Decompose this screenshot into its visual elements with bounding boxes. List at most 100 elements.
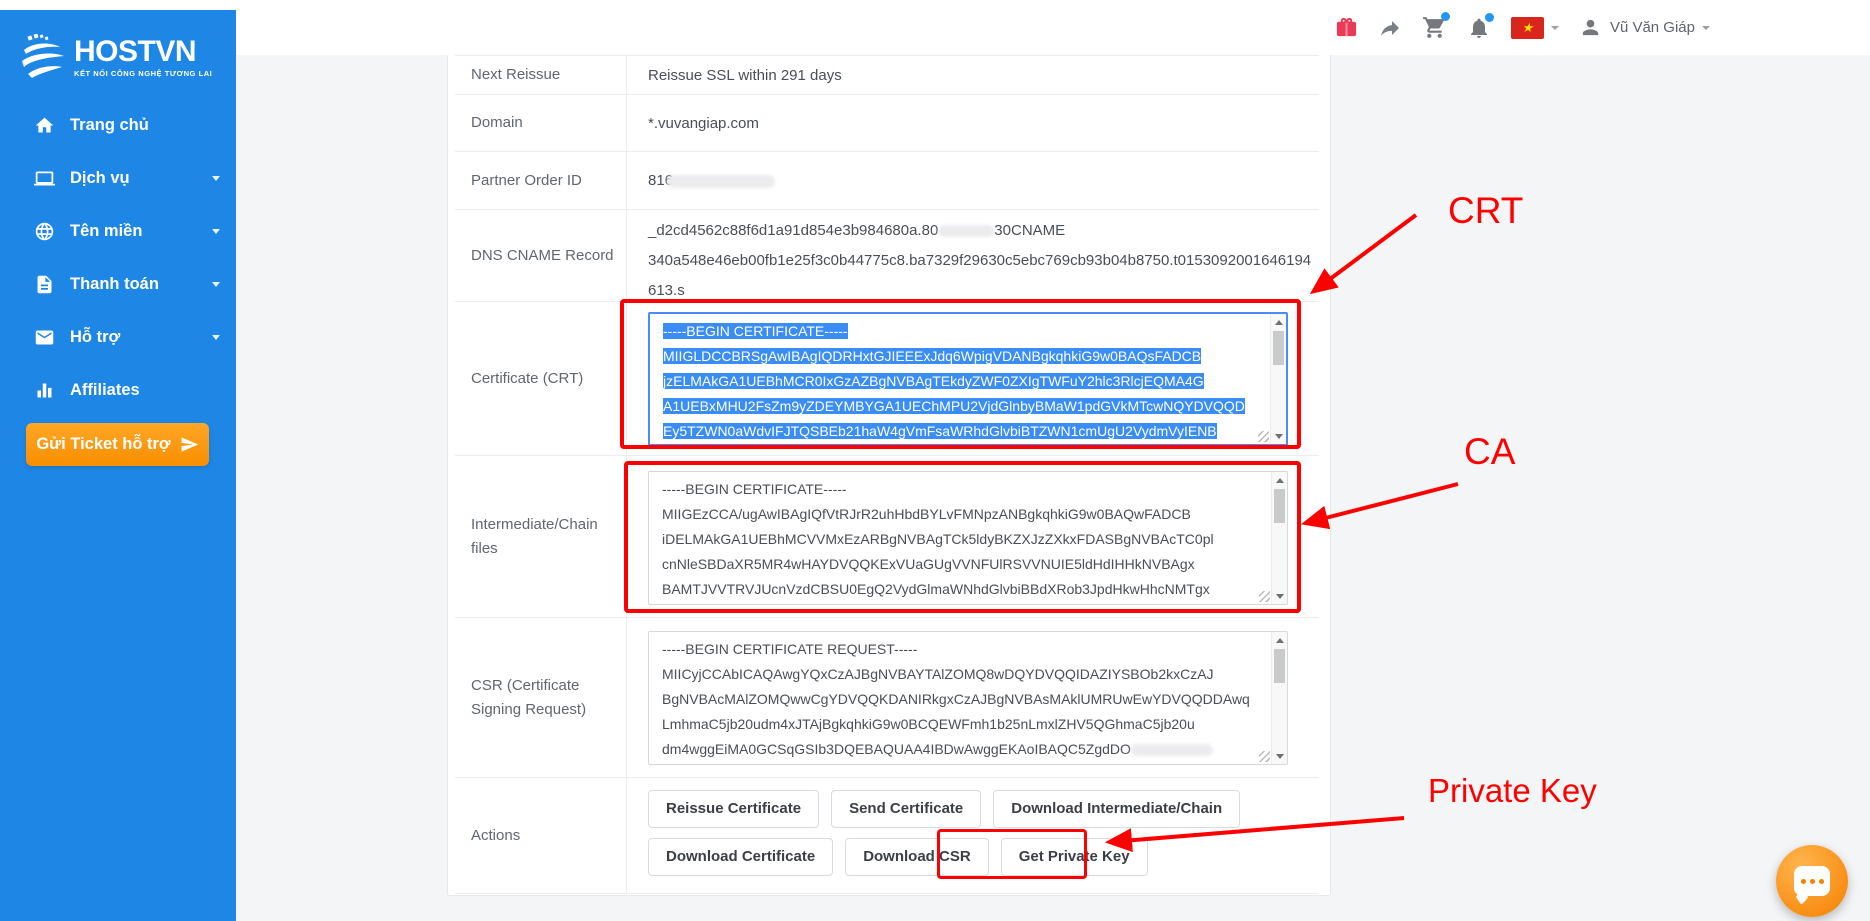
- redacted-value: [938, 225, 994, 237]
- reissue-certificate-button[interactable]: Reissue Certificate: [648, 790, 819, 828]
- language-selector[interactable]: [1511, 17, 1559, 39]
- home-icon: [34, 115, 55, 136]
- sidebar-item-ho-tro[interactable]: Hỗ trợ: [0, 317, 236, 357]
- table-row-dns-cname: DNS CNAME Record _d2cd4562c88f6d1a91d854…: [455, 210, 1319, 302]
- row-value: Reissue Certificate Send Certificate Dow…: [627, 778, 1319, 893]
- dns-cname-line2: 340a548e46eb00fb1e25f3c0b44775c8.ba7329f…: [648, 246, 1319, 306]
- chevron-down-icon: [212, 335, 220, 340]
- sidebar-item-thanh-toan[interactable]: Thanh toán: [0, 264, 236, 304]
- logo-title: HOSTVN: [74, 37, 212, 67]
- affiliates-chart-icon: [34, 380, 55, 401]
- row-value: -----BEGIN CERTIFICATE----- MIIGLDCCBRSg…: [627, 302, 1319, 455]
- download-csr-button[interactable]: Download CSR: [845, 838, 989, 876]
- intermediate-line: cnNleSBDaXR5MR4wHAYDVQQKExVUaGUgVVNFUlRS…: [662, 552, 1261, 577]
- services-icon: [34, 168, 55, 189]
- row-label: Domain: [455, 95, 627, 151]
- certificate-line: A1UEBxMHU2FsZm9yZDEYMBYGA1UEChMPU2VjdGln…: [663, 398, 1245, 414]
- notifications-badge: [1485, 13, 1494, 22]
- row-value: Reissue SSL within 291 days: [627, 56, 1319, 94]
- textarea-scrollbar[interactable]: [1271, 472, 1287, 604]
- chevron-down-icon: [212, 176, 220, 181]
- table-row-csr: CSR (Certificate Signing Request) -----B…: [455, 618, 1319, 778]
- paper-plane-icon: [180, 435, 199, 454]
- billing-icon: [34, 274, 55, 295]
- csr-line: dVYkNiVkURAKcRJ25SkJtLHJVeoBoCUaoBsvLU27…: [662, 762, 1261, 765]
- sidebar-item-ten-mien[interactable]: Tên miền: [0, 211, 236, 251]
- csr-line: BgNVBAcMAlZOMQwwCgYDVQQKDANIRkgxCzAJBgNV…: [662, 687, 1261, 712]
- textarea-scrollbar[interactable]: [1271, 632, 1287, 764]
- dns-cname-line1: _d2cd4562c88f6d1a91d854e3b984680a.8030CN…: [648, 216, 1319, 246]
- row-label: CSR (Certificate Signing Request): [455, 618, 627, 777]
- ssl-detail-table: Next Reissue Reissue SSL within 291 days…: [455, 55, 1319, 894]
- hostvn-logo[interactable]: HOSTVN KẾT NỐI CÔNG NGHỆ TƯƠNG LAI: [20, 28, 220, 86]
- chat-bubble-icon: [1794, 866, 1830, 896]
- csr-line: LmhmaC5jb20udm4xJTAjBgkqhkiG9w0BCQEWFmh1…: [662, 712, 1261, 737]
- row-label: Next Reissue: [455, 56, 627, 94]
- cart-button[interactable]: [1422, 15, 1447, 40]
- row-label: Certificate (CRT): [455, 302, 627, 455]
- sidebar-item-label: Affiliates: [70, 381, 140, 400]
- row-value: -----BEGIN CERTIFICATE REQUEST----- MIIC…: [627, 618, 1319, 777]
- intermediate-line: MTAxMDAwMDAwMFoXDTMwMTIzMTIzNTk1OVowgYgx…: [662, 602, 1261, 605]
- intermediate-chain-textarea[interactable]: -----BEGIN CERTIFICATE----- MIIGEzCCA/ug…: [648, 471, 1288, 605]
- intermediate-line: -----BEGIN CERTIFICATE-----: [662, 477, 1261, 502]
- row-label: Partner Order ID: [455, 152, 627, 209]
- share-button[interactable]: [1378, 16, 1402, 40]
- sidebar: HOSTVN KẾT NỐI CÔNG NGHỆ TƯƠNG LAI Trang…: [0, 10, 236, 921]
- textarea-scrollbar[interactable]: [1270, 314, 1286, 444]
- row-label: DNS CNAME Record: [455, 210, 627, 301]
- intermediate-line: BAMTJVVTRVJUcnVzdCBSU0EgQ2VydGlmaWNhdGlv…: [662, 577, 1261, 602]
- table-row-certificate: Certificate (CRT) -----BEGIN CERTIFICATE…: [455, 302, 1319, 456]
- support-mail-icon: [34, 327, 55, 348]
- download-intermediate-chain-button[interactable]: Download Intermediate/Chain: [993, 790, 1240, 828]
- csr-line: MIICyjCCAbICAQAwgYQxCzAJBgNVBAYTAlZOMQ8w…: [662, 662, 1261, 687]
- resize-grip[interactable]: [1258, 431, 1269, 442]
- resize-grip[interactable]: [1259, 591, 1270, 602]
- send-ticket-label: Gửi Ticket hỗ trợ: [36, 435, 170, 454]
- user-name: Vũ Văn Giáp: [1610, 19, 1695, 36]
- row-label: Actions: [455, 778, 627, 893]
- top-header: Vũ Văn Giáp: [236, 0, 1870, 55]
- hostvn-logo-icon: [20, 34, 66, 80]
- user-menu[interactable]: Vũ Văn Giáp: [1579, 16, 1710, 39]
- resize-grip[interactable]: [1259, 751, 1270, 762]
- row-value: -----BEGIN CERTIFICATE----- MIIGEzCCA/ug…: [627, 456, 1319, 617]
- certificate-line: Ey5TZWN0aWdvIFJTQSBEb21haW4gVmFsaWRhdGlv…: [663, 423, 1217, 439]
- table-row-intermediate: Intermediate/Chain files -----BEGIN CERT…: [455, 456, 1319, 618]
- gift-button[interactable]: [1335, 16, 1358, 39]
- sidebar-item-label: Hỗ trợ: [70, 328, 120, 347]
- sidebar-item-affiliates[interactable]: Affiliates: [0, 370, 236, 410]
- certificate-line: MIIGLDCCBRSgAwIBAgIQDRHxtGJIEEExJdq6Wpig…: [663, 348, 1201, 364]
- row-label: Intermediate/Chain files: [455, 456, 627, 617]
- cart-badge: [1441, 12, 1450, 21]
- domain-globe-icon: [34, 221, 55, 242]
- sidebar-nav: Trang chủ Dịch vụ Tên miền Thanh toán Hỗ…: [0, 105, 236, 423]
- send-ticket-button[interactable]: Gửi Ticket hỗ trợ: [26, 423, 209, 466]
- share-forward-icon: [1378, 16, 1402, 40]
- certificate-line: jzELMAkGA1UEBhMCR0IxGzAZBgNVBAgTEkdyZWF0…: [663, 373, 1204, 389]
- sidebar-item-label: Thanh toán: [70, 275, 159, 294]
- intermediate-line: MIIGEzCCA/ugAwIBAgIQfVtRJrR2uhHbdBYLvFMN…: [662, 502, 1261, 527]
- row-value: _d2cd4562c88f6d1a91d854e3b984680a.8030CN…: [627, 210, 1319, 301]
- send-certificate-button[interactable]: Send Certificate: [831, 790, 981, 828]
- redacted-value: [1131, 744, 1213, 756]
- certificate-line: -----BEGIN CERTIFICATE-----: [663, 323, 848, 339]
- sidebar-item-dich-vu[interactable]: Dịch vụ: [0, 158, 236, 198]
- download-certificate-button[interactable]: Download Certificate: [648, 838, 833, 876]
- certificate-textarea[interactable]: -----BEGIN CERTIFICATE----- MIIGLDCCBRSg…: [648, 312, 1288, 446]
- intermediate-line: iDELMAkGA1UEBhMCVVMxEzARBgNVBAgTCk5ldyBK…: [662, 527, 1261, 552]
- notifications-button[interactable]: [1467, 16, 1491, 40]
- table-row-next-reissue: Next Reissue Reissue SSL within 291 days: [455, 56, 1319, 95]
- chevron-down-icon: [1702, 26, 1710, 30]
- sidebar-item-trang-chu[interactable]: Trang chủ: [0, 105, 236, 145]
- logo-tagline: KẾT NỐI CÔNG NGHỆ TƯƠNG LAI: [74, 69, 212, 78]
- get-private-key-button[interactable]: Get Private Key: [1001, 838, 1148, 876]
- csr-line: dm4wggEiMA0GCSqGSIb3DQEBAQUAA4IBDwAwggEK…: [662, 737, 1261, 762]
- csr-textarea[interactable]: -----BEGIN CERTIFICATE REQUEST----- MIIC…: [648, 631, 1288, 765]
- sidebar-item-label: Tên miền: [70, 222, 142, 241]
- row-value: 816: [627, 152, 1319, 209]
- live-chat-button[interactable]: [1776, 845, 1848, 917]
- row-value: *.vuvangiap.com: [627, 95, 1319, 151]
- sidebar-item-label: Trang chủ: [70, 116, 149, 135]
- redacted-value: [667, 175, 775, 188]
